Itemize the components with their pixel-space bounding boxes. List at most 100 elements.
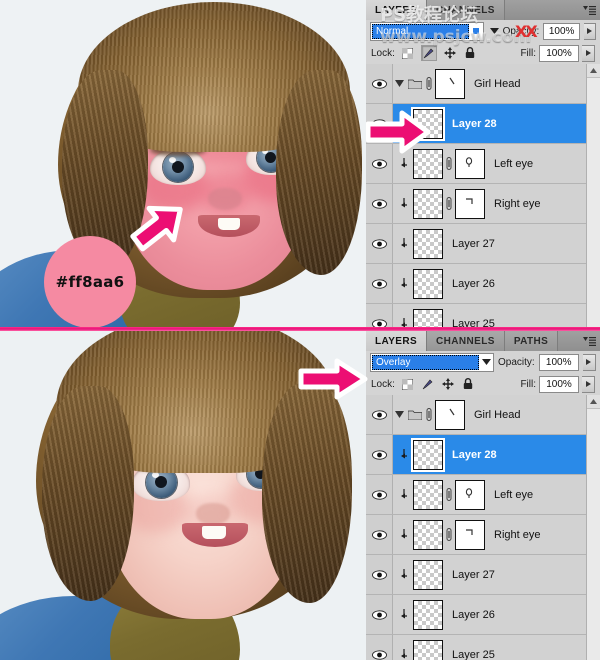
chevron-down-icon[interactable] — [393, 411, 405, 418]
link-icon[interactable] — [423, 408, 435, 421]
layer-mask-thumbnail[interactable] — [455, 188, 485, 219]
table-row[interactable]: Layer 25 — [366, 304, 600, 327]
layer-name[interactable]: Left eye — [494, 489, 533, 501]
fill-input[interactable]: 100% — [539, 44, 579, 62]
tab-channels[interactable]: CHANNELS — [427, 331, 505, 351]
visibility-toggle[interactable] — [366, 555, 393, 594]
link-icon[interactable] — [443, 157, 455, 170]
tab-paths[interactable]: PATHS — [504, 331, 559, 351]
move-lock-icon[interactable] — [441, 377, 455, 391]
visibility-toggle[interactable] — [366, 515, 393, 554]
transparency-lock-icon[interactable] — [401, 46, 415, 60]
paint-lock-icon[interactable] — [421, 377, 435, 391]
opacity-spinner[interactable] — [584, 22, 596, 40]
opacity-spinner[interactable] — [582, 353, 596, 371]
link-icon[interactable] — [443, 197, 455, 210]
layer-name[interactable]: Layer 27 — [452, 569, 495, 581]
fill-spinner[interactable] — [582, 44, 595, 62]
opacity-input[interactable]: 100% — [543, 22, 581, 40]
layer-name[interactable]: Layer 26 — [452, 609, 495, 621]
layer-thumbnail[interactable] — [413, 599, 443, 630]
table-row[interactable]: Layer 26 — [366, 264, 600, 304]
transparency-lock-icon[interactable] — [401, 377, 415, 391]
layer-mask-thumbnail[interactable] — [455, 479, 485, 510]
tab-layers[interactable]: LAYERS — [366, 0, 428, 20]
layer-thumbnail[interactable] — [413, 308, 443, 327]
layer-list-scrollbar[interactable] — [586, 64, 600, 327]
layer-name[interactable]: Layer 25 — [452, 318, 495, 328]
layer-name[interactable]: Layer 28 — [452, 118, 497, 130]
layer-thumbnail[interactable] — [411, 437, 445, 472]
visibility-toggle[interactable] — [366, 595, 393, 634]
clipping-mask-icon — [393, 198, 413, 209]
paint-lock-icon[interactable] — [420, 45, 437, 61]
table-row[interactable]: Layer 26 — [366, 595, 600, 635]
layer-list-after[interactable]: Girl Head Layer 28 Left eye Right eye La… — [366, 395, 600, 660]
layer-mask-thumbnail[interactable] — [435, 399, 465, 430]
visibility-toggle[interactable] — [366, 264, 393, 303]
tab-layers[interactable]: LAYERS — [366, 331, 428, 351]
fill-input[interactable]: 100% — [539, 375, 579, 393]
table-row[interactable]: Left eye — [366, 475, 600, 515]
visibility-toggle[interactable] — [366, 475, 393, 514]
lock-row-before: Lock: Fill: 100% — [366, 42, 600, 65]
panel-menu-icon[interactable] — [578, 0, 600, 20]
visibility-toggle[interactable] — [366, 224, 393, 263]
layer-name[interactable]: Layer 28 — [452, 449, 497, 461]
visibility-toggle[interactable] — [366, 304, 393, 327]
move-lock-icon[interactable] — [443, 46, 457, 60]
chevron-down-icon[interactable] — [393, 80, 405, 87]
layer-thumbnail[interactable] — [413, 639, 443, 660]
blend-mode-dropdown[interactable]: Overlay — [370, 352, 494, 372]
hair-side-right-shape — [276, 70, 362, 275]
visibility-toggle[interactable] — [366, 184, 393, 223]
layer-name[interactable]: Layer 26 — [452, 278, 495, 290]
tab-channels[interactable]: CHANNELS — [427, 0, 505, 20]
layer-thumbnail[interactable] — [413, 559, 443, 590]
layer-name[interactable]: Right eye — [494, 198, 540, 210]
layer-thumbnail[interactable] — [413, 228, 443, 259]
all-lock-icon[interactable] — [461, 377, 475, 391]
panel-menu-icon[interactable] — [578, 331, 600, 351]
table-row[interactable]: Layer 28 — [366, 435, 600, 475]
table-row[interactable]: Girl Head — [366, 395, 600, 435]
visibility-toggle[interactable] — [366, 435, 393, 474]
table-row[interactable]: Layer 27 — [366, 555, 600, 595]
layer-thumbnail[interactable] — [413, 188, 443, 219]
link-icon[interactable] — [443, 528, 455, 541]
eye-left-glint — [169, 157, 176, 163]
layer-name[interactable]: Right eye — [494, 529, 540, 541]
clipping-mask-icon — [393, 318, 413, 327]
layer-list-scrollbar[interactable] — [586, 395, 600, 660]
layer-mask-thumbnail[interactable] — [435, 68, 465, 99]
scroll-up-icon[interactable] — [587, 395, 600, 409]
scroll-up-icon[interactable] — [587, 64, 600, 78]
visibility-toggle[interactable] — [366, 635, 393, 660]
table-row[interactable]: Right eye — [366, 515, 600, 555]
table-row[interactable]: Girl Head — [366, 64, 600, 104]
layer-name[interactable]: Left eye — [494, 158, 533, 170]
table-row[interactable]: Layer 25 — [366, 635, 600, 660]
all-lock-icon[interactable] — [463, 46, 477, 60]
layer-name[interactable]: Layer 25 — [452, 649, 495, 660]
layer-thumbnail[interactable] — [413, 268, 443, 299]
layer-name[interactable]: Girl Head — [474, 78, 520, 90]
layer-thumbnail[interactable] — [413, 519, 443, 550]
visibility-toggle[interactable] — [366, 395, 393, 434]
table-row[interactable]: Right eye — [366, 184, 600, 224]
link-icon[interactable] — [443, 488, 455, 501]
fill-spinner[interactable] — [582, 375, 595, 393]
blend-mode-caret[interactable] — [479, 354, 493, 371]
chevron-down-icon[interactable] — [489, 25, 499, 37]
layer-list-before[interactable]: Girl Head Layer 28 Left eye Right eye La… — [366, 64, 600, 327]
layer-mask-thumbnail[interactable] — [455, 148, 485, 179]
link-icon[interactable] — [423, 77, 435, 90]
layer-thumbnail[interactable] — [413, 479, 443, 510]
layer-mask-thumbnail[interactable] — [455, 519, 485, 550]
visibility-toggle[interactable] — [366, 64, 393, 103]
layer-name[interactable]: Layer 27 — [452, 238, 495, 250]
layer-name[interactable]: Girl Head — [474, 409, 520, 421]
opacity-input[interactable]: 100% — [538, 353, 579, 371]
table-row[interactable]: Layer 27 — [366, 224, 600, 264]
blend-mode-dropdown[interactable]: Normal — [370, 21, 484, 41]
